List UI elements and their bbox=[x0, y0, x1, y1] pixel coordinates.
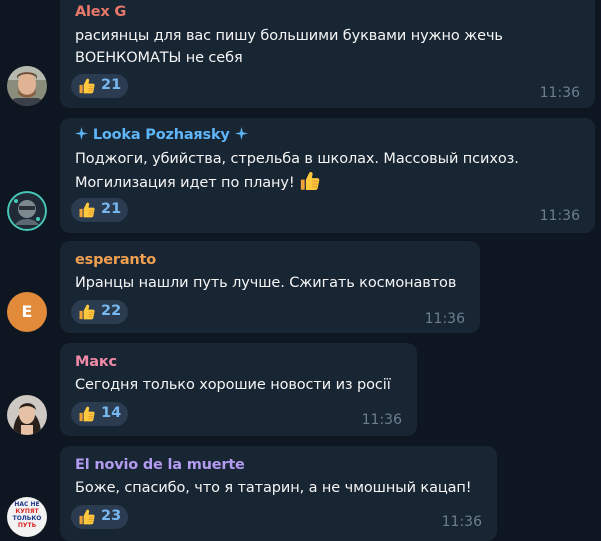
avatar-text-line: ПУТЬ bbox=[17, 522, 37, 529]
message-time: 11:36 bbox=[441, 514, 482, 530]
thumbs-up-icon bbox=[78, 77, 96, 95]
author-name: Looka Pozhaяsky bbox=[92, 127, 230, 143]
message-text-line: Иранцы нашли путь лучше. Сжигать космона… bbox=[75, 275, 457, 291]
message-author[interactable]: Макс bbox=[75, 354, 117, 370]
avatar[interactable]: E bbox=[7, 292, 47, 332]
message-text: Сегодня только хорошие новости из росії bbox=[75, 374, 391, 396]
message-text-fragment: Могилизация идет по плану! bbox=[75, 175, 295, 191]
message-bubble[interactable]: Looka Pozhaяsky Поджоги, убийства, стрел… bbox=[60, 118, 595, 233]
avatar[interactable] bbox=[7, 191, 47, 231]
message-text-line: Поджоги, убийства, стрельба в школах. Ма… bbox=[75, 151, 519, 167]
sparkle-icon bbox=[234, 127, 248, 140]
message-text: Поджоги, убийства, стрельба в школах. Ма… bbox=[75, 148, 519, 194]
message-author[interactable]: Alex G bbox=[75, 4, 126, 20]
avatar-letter: E bbox=[21, 302, 33, 321]
thumbs-up-icon bbox=[78, 508, 96, 526]
message-author[interactable]: Looka Pozhaяsky bbox=[75, 127, 248, 143]
message-author[interactable]: El novio de la muerte bbox=[75, 457, 245, 473]
message-text-line: Сегодня только хорошие новости из росії bbox=[75, 377, 391, 393]
message-text: расиянцы для вас пишу большими буквами н… bbox=[75, 25, 503, 69]
reaction-button[interactable]: 23 bbox=[71, 505, 128, 529]
reaction-button[interactable]: 14 bbox=[71, 402, 128, 426]
message-text: Иранцы нашли путь лучше. Сжигать космона… bbox=[75, 272, 456, 294]
thumbs-up-icon bbox=[78, 405, 96, 423]
reaction-count: 21 bbox=[101, 201, 122, 217]
message-time: 11:36 bbox=[539, 208, 580, 224]
avatar[interactable] bbox=[7, 66, 47, 106]
message-text: Боже, спасибо, что я татарин, а не чмошн… bbox=[75, 477, 472, 499]
reaction-count: 21 bbox=[101, 77, 122, 93]
message-3: esperanto Иранцы нашли путь лучше. Сжига… bbox=[0, 241, 601, 333]
message-time: 11:36 bbox=[361, 412, 402, 428]
message-bubble[interactable]: esperanto Иранцы нашли путь лучше. Сжига… bbox=[60, 241, 480, 333]
message-bubble[interactable]: Макс Сегодня только хорошие новости из р… bbox=[60, 343, 417, 436]
reaction-count: 23 bbox=[101, 508, 122, 524]
avatar-text-line: ТОЛЬКО bbox=[12, 515, 42, 522]
thumbs-up-icon bbox=[78, 201, 96, 219]
message-5: El novio de la muerte Боже, спасибо, что… bbox=[0, 446, 601, 541]
message-bubble[interactable]: Alex G расиянцы для вас пишу большими бу… bbox=[60, 0, 595, 108]
thumbs-up-icon bbox=[78, 303, 96, 321]
avatar[interactable] bbox=[7, 395, 47, 435]
thumbs-up-emoji-icon bbox=[299, 170, 321, 192]
message-time: 11:36 bbox=[539, 85, 580, 101]
avatar[interactable]: НАС НЕ КУПЯТ ТОЛЬКО ПУТЬ bbox=[7, 497, 47, 537]
message-time: 11:36 bbox=[424, 311, 465, 327]
avatar-sticker-text: НАС НЕ КУПЯТ ТОЛЬКО ПУТЬ bbox=[7, 497, 47, 529]
avatar-text-line: НАС НЕ bbox=[14, 501, 40, 508]
message-text-line: Боже, спасибо, что я татарин, а не чмошн… bbox=[75, 480, 472, 496]
message-author[interactable]: esperanto bbox=[75, 252, 156, 268]
message-2: Looka Pozhaяsky Поджоги, убийства, стрел… bbox=[0, 118, 601, 233]
reaction-count: 14 bbox=[101, 405, 122, 421]
reaction-button[interactable]: 21 bbox=[71, 198, 128, 222]
reaction-button[interactable]: 22 bbox=[71, 300, 128, 324]
reaction-count: 22 bbox=[101, 303, 122, 319]
message-text-line: расиянцы для вас пишу большими буквами н… bbox=[75, 28, 503, 44]
message-text-line: Могилизация идет по плану! bbox=[75, 170, 519, 194]
message-4: Макс Сегодня только хорошие новости из р… bbox=[0, 343, 601, 436]
message-bubble[interactable]: El novio de la muerte Боже, спасибо, что… bbox=[60, 446, 497, 541]
message-1: Alex G расиянцы для вас пишу большими бу… bbox=[0, 0, 601, 108]
message-text-line: ВОЕНКОМАТЫ не себя bbox=[75, 50, 243, 66]
sparkle-icon bbox=[75, 127, 88, 140]
reaction-button[interactable]: 21 bbox=[71, 74, 128, 98]
avatar-text-line: КУПЯТ bbox=[15, 508, 39, 515]
